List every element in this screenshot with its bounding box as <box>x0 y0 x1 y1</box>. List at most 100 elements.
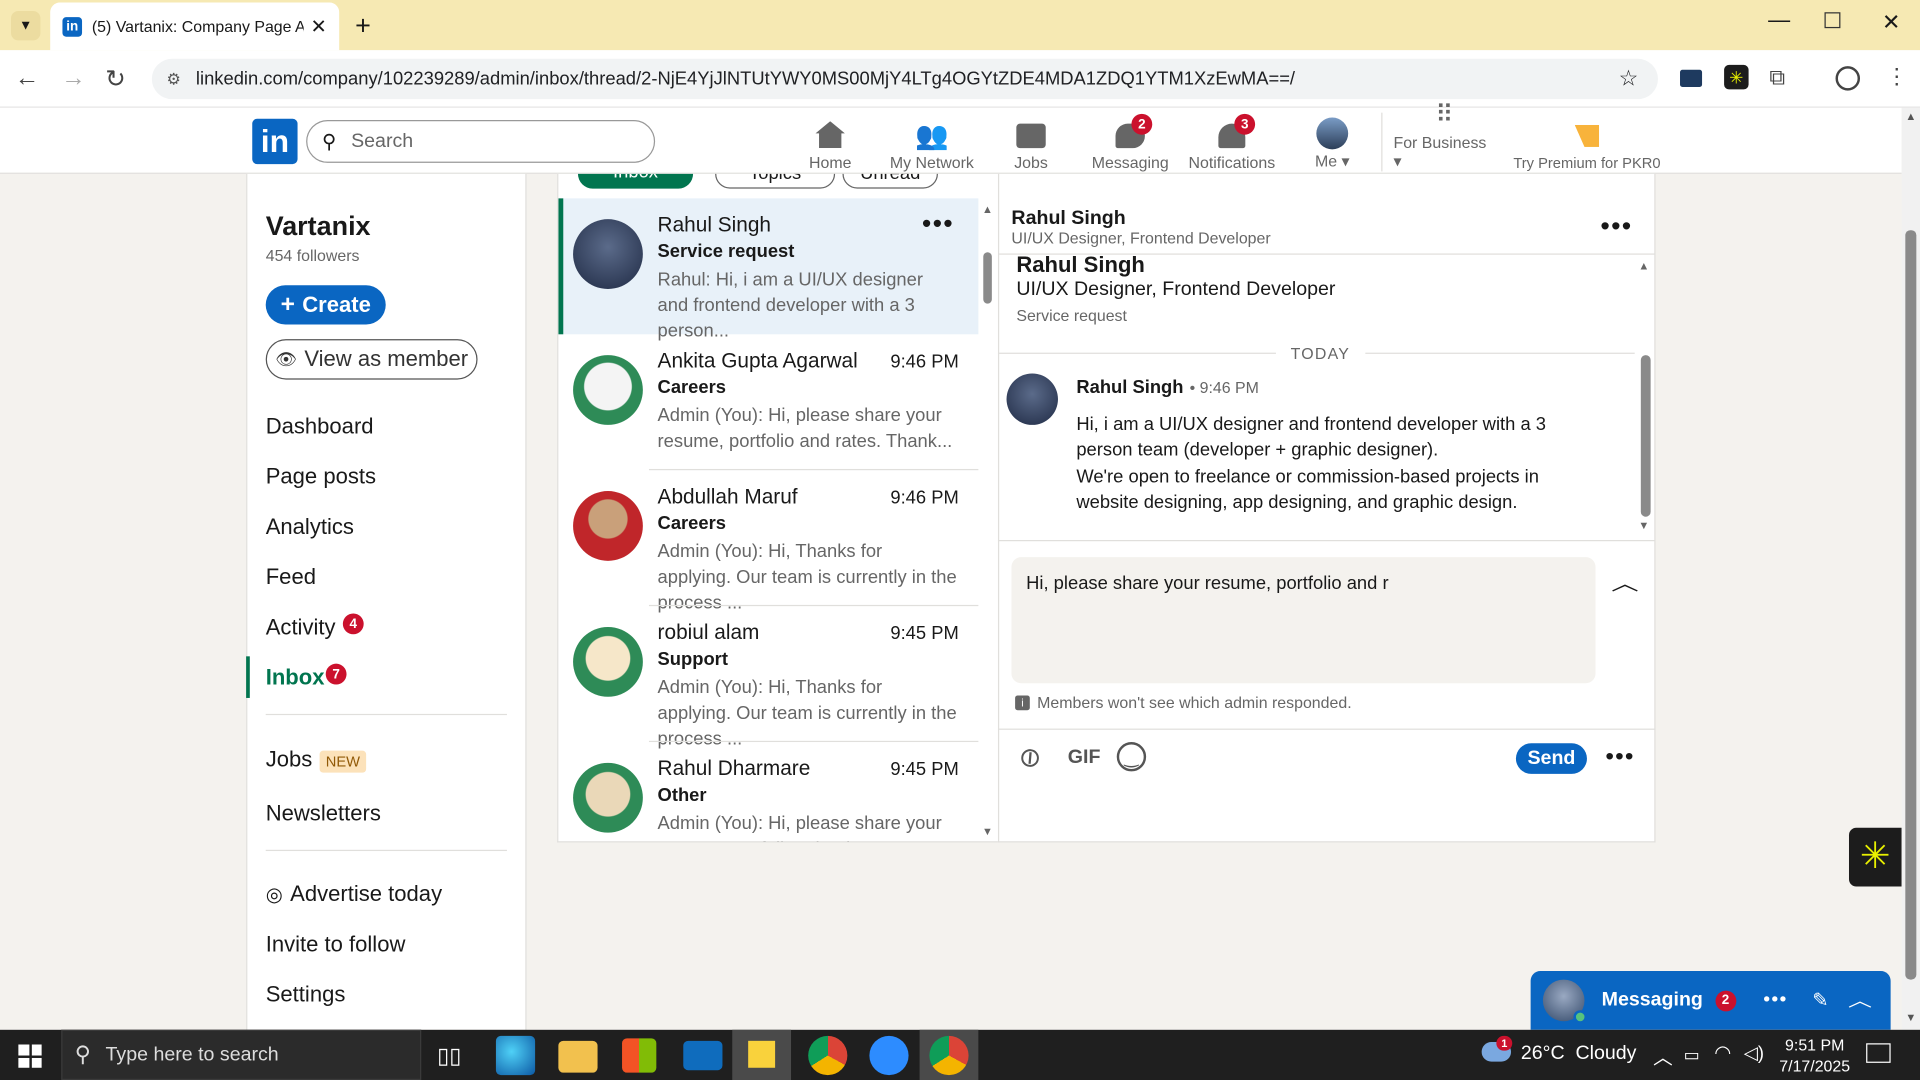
browser-tab[interactable]: in (5) Vartanix: Company Page Ad ✕ <box>50 2 340 51</box>
sidebar-item-dashboard[interactable]: Dashboard <box>266 414 374 440</box>
filter-inbox[interactable]: Inbox <box>577 173 694 189</box>
task-view-icon[interactable]: ▯▯ <box>437 1043 461 1069</box>
clock[interactable]: 9:51 PM 7/17/2025 <box>1778 1035 1851 1077</box>
create-button[interactable]: + Create <box>265 285 386 325</box>
scroll-up-icon[interactable]: ▲ <box>1638 260 1649 272</box>
list-scrollbar[interactable]: ▲ ▼ <box>980 203 997 840</box>
message-sender[interactable]: Rahul Singh <box>1076 377 1183 398</box>
send-button[interactable]: Send <box>1515 743 1587 774</box>
linkedin-logo-icon[interactable]: in <box>252 118 298 165</box>
search-box[interactable]: ⚲ Search <box>306 120 656 163</box>
scrollbar-thumb[interactable] <box>983 252 992 304</box>
sidebar-item-inbox[interactable]: Inbox <box>266 665 325 691</box>
extensions-puzzle-icon[interactable]: ⧉ <box>1769 65 1785 91</box>
window-close-icon[interactable]: ✕ <box>1882 10 1900 36</box>
restore-icon[interactable] <box>1824 12 1841 29</box>
taskbar-search[interactable]: ⚲ Type here to search <box>61 1029 422 1080</box>
nav-home[interactable]: Home <box>796 113 865 171</box>
new-tab-icon[interactable]: + <box>355 10 371 42</box>
filter-unread[interactable]: Unread <box>842 173 938 189</box>
search-input[interactable]: Search <box>351 130 413 152</box>
sticky-notes-active[interactable] <box>732 1029 792 1080</box>
back-icon[interactable]: ← <box>15 65 39 93</box>
bookmark-star-icon[interactable]: ☆ <box>1619 66 1639 92</box>
filter-topics[interactable]: Topics <box>715 173 836 189</box>
wifi-icon[interactable]: ◠ <box>1714 1041 1731 1065</box>
thread-more-icon[interactable]: ••• <box>1600 211 1632 243</box>
avatar[interactable] <box>1006 373 1058 425</box>
sidebar-item-advertise[interactable]: ◎ Advertise today <box>266 882 442 908</box>
scroll-up-icon[interactable]: ▲ <box>982 203 993 215</box>
extension-star-icon[interactable]: ✳ <box>1724 64 1749 90</box>
sidebar-item-invite[interactable]: Invite to follow <box>266 932 406 958</box>
conversation-item[interactable]: Rahul Dharmare 9:45 PM Other Admin (You)… <box>558 742 978 841</box>
scroll-down-icon[interactable]: ▼ <box>982 825 993 837</box>
windows-start-icon[interactable] <box>18 1044 42 1068</box>
sidebar-item-settings[interactable]: Settings <box>266 982 346 1008</box>
volume-icon[interactable]: ◁) <box>1744 1042 1764 1064</box>
conversation-item[interactable]: robiul alam 9:45 PM Support Admin (You):… <box>558 606 978 749</box>
chrome-icon[interactable] <box>808 1035 848 1076</box>
weather-text[interactable]: 26°C Cloudy <box>1521 1043 1637 1065</box>
site-info-icon[interactable]: ⚙ <box>167 69 181 89</box>
thread-header-name[interactable]: Rahul Singh <box>1011 208 1125 230</box>
assistant-star-icon[interactable]: ✳ <box>1848 827 1902 887</box>
emoji-icon[interactable]: ‿ <box>1116 742 1147 772</box>
file-explorer-icon[interactable] <box>558 1040 598 1073</box>
more-options-icon[interactable]: ••• <box>922 208 954 240</box>
expand-compose-icon[interactable]: ︿ <box>1611 567 1638 596</box>
avatar <box>573 491 643 561</box>
widget-more-icon[interactable]: ••• <box>1763 989 1787 1011</box>
browser-menu-icon[interactable]: ⋮ <box>1886 64 1908 90</box>
battery-icon[interactable]: ▭ <box>1684 1044 1700 1065</box>
sidebar-item-activity[interactable]: Activity <box>266 615 336 641</box>
tab-search-icon[interactable]: ▼ <box>11 11 41 41</box>
store-icon[interactable] <box>622 1038 657 1073</box>
view-as-member-button[interactable]: 👁 View as member <box>265 339 478 380</box>
conversation-item[interactable]: Ankita Gupta Agarwal 9:46 PM Careers Adm… <box>558 334 978 470</box>
edge-icon[interactable] <box>495 1035 536 1076</box>
scroll-down-icon[interactable]: ▼ <box>1638 519 1649 531</box>
sidebar-item-newsletters[interactable]: Newsletters <box>266 801 381 827</box>
conversation-item[interactable]: Abdullah Maruf 9:46 PM Careers Admin (Yo… <box>558 470 978 613</box>
nav-messaging[interactable]: Messaging <box>1087 113 1173 171</box>
scroll-down-icon[interactable]: ▼ <box>1905 1011 1916 1023</box>
notification-center-icon[interactable] <box>1866 1043 1891 1063</box>
minimize-icon[interactable]: — <box>1768 7 1790 33</box>
nav-premium[interactable]: Try Premium for PKR0 <box>1511 113 1663 171</box>
nav-jobs[interactable]: Jobs <box>1002 113 1061 171</box>
send-options-icon[interactable]: ••• <box>1605 743 1634 771</box>
mail-icon[interactable] <box>683 1040 723 1071</box>
scrollbar-thumb[interactable] <box>1905 230 1917 980</box>
nav-for-business[interactable]: ⠿ For Business ▾ <box>1393 102 1496 172</box>
nav-me[interactable]: Me ▾ <box>1305 113 1359 172</box>
sidebar-item-page-posts[interactable]: Page posts <box>266 464 376 490</box>
conversation-list[interactable]: Inbox Topics Unread Rahul Singh ••• Serv… <box>557 173 998 843</box>
gif-button[interactable]: GIF <box>1068 747 1101 769</box>
address-bar[interactable]: ⚙ linkedin.com/company/102239289/admin/i… <box>151 58 1658 100</box>
nav-notifications[interactable]: Notifications <box>1185 113 1278 171</box>
profile-name[interactable]: Rahul Singh <box>1016 252 1145 278</box>
zoom-icon[interactable] <box>869 1035 909 1076</box>
extension-icon[interactable] <box>1680 69 1703 87</box>
sidebar-item-jobs[interactable]: Jobs <box>266 747 313 773</box>
conversation-item-active[interactable]: Rahul Singh ••• Service request Rahul: H… <box>558 198 979 342</box>
sidebar-item-feed[interactable]: Feed <box>266 564 316 590</box>
sidebar-item-analytics[interactable]: Analytics <box>266 514 354 540</box>
tab-close-icon[interactable]: ✕ <box>311 14 327 38</box>
message-compose-input[interactable]: Hi, please share your resume, portfolio … <box>1011 557 1596 684</box>
compose-icon[interactable]: ✎ <box>1812 988 1828 1012</box>
tray-chevron-icon[interactable]: ︿ <box>1653 1041 1673 1070</box>
widget-expand-icon[interactable]: ︿ <box>1848 988 1872 1012</box>
forward-icon[interactable]: → <box>61 65 85 93</box>
messaging-widget[interactable]: Messaging 2 ••• ✎ ︿ <box>1530 971 1891 1030</box>
profile-icon[interactable] <box>1835 66 1861 91</box>
chrome-active[interactable] <box>919 1029 979 1080</box>
page-scrollbar[interactable]: ▲ ▼ <box>1901 107 1920 1030</box>
reload-icon[interactable]: ↻ <box>105 64 126 95</box>
thread-scrollbar[interactable]: ▲ ▼ <box>1638 260 1653 536</box>
scroll-up-icon[interactable]: ▲ <box>1905 110 1916 122</box>
nav-my-network[interactable]: 👥 My Network <box>884 113 980 172</box>
company-name[interactable]: Vartanix <box>266 211 371 243</box>
scrollbar-thumb[interactable] <box>1640 355 1651 517</box>
